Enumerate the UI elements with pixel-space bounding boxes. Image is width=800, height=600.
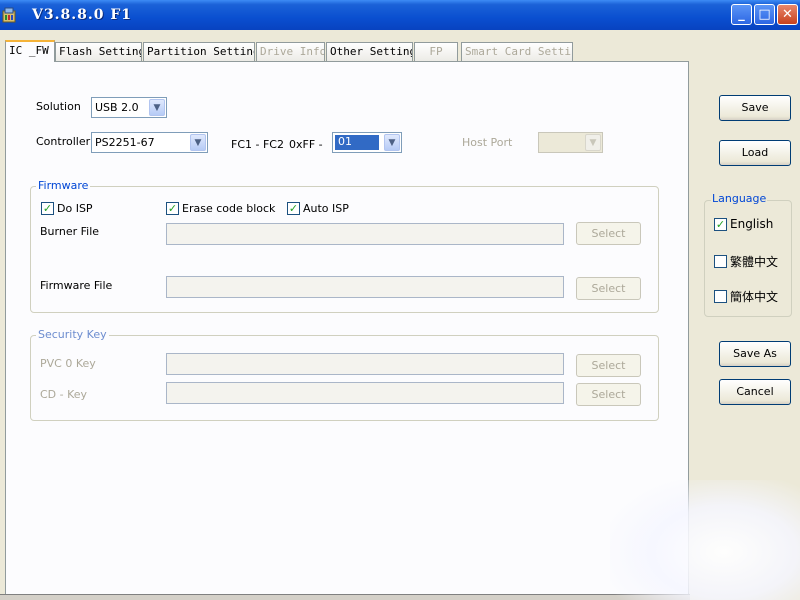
maximize-button[interactable]: □ (754, 4, 775, 25)
chevron-down-icon[interactable]: ▼ (384, 134, 400, 151)
traditional-chinese-checkbox[interactable] (714, 255, 727, 268)
app-icon (2, 7, 16, 23)
do-isp-checkbox[interactable]: ✓ (41, 202, 54, 215)
chevron-down-icon[interactable]: ▼ (585, 134, 601, 151)
erase-code-block-label: Erase code block (182, 202, 276, 215)
tab-fp[interactable]: FP (414, 42, 458, 61)
firmware-group-title: Firmware (36, 179, 91, 192)
firmware-file-label: Firmware File (40, 279, 113, 292)
english-checkbox[interactable]: ✓ (714, 218, 727, 231)
fc-value: 01 (335, 135, 379, 150)
tab-partition-setting[interactable]: Partition Setting (143, 42, 255, 61)
controller-label: Controller (36, 135, 91, 148)
simplified-chinese-label: 簡体中文 (730, 290, 779, 304)
auto-isp-checkbox[interactable]: ✓ (287, 202, 300, 215)
solution-value: USB 2.0 (95, 101, 139, 114)
pvc0-key-label: PVC 0 Key (40, 357, 96, 370)
cd-key-select-button[interactable]: Select (576, 383, 641, 406)
pvc0-key-input[interactable] (166, 353, 564, 375)
fc-select[interactable]: 01 ▼ (332, 132, 402, 153)
pvc0-select-button[interactable]: Select (576, 354, 641, 377)
simplified-chinese-checkbox[interactable] (714, 290, 727, 303)
cancel-button[interactable]: Cancel (719, 379, 791, 405)
window-bottom-edge (0, 594, 690, 600)
firmware-file-input[interactable] (166, 276, 564, 298)
fc-prefix: 0xFF - (289, 138, 323, 151)
tab-drive-info[interactable]: Drive Info (256, 42, 325, 61)
load-button[interactable]: Load (719, 140, 791, 166)
save-as-button[interactable]: Save As (719, 341, 791, 367)
burner-select-button[interactable]: Select (576, 222, 641, 245)
close-icon: ✕ (782, 7, 793, 22)
window-title: V3.8.8.0 F1 (32, 7, 133, 23)
close-button[interactable]: ✕ (777, 4, 798, 25)
burner-file-label: Burner File (40, 225, 100, 238)
host-port-select[interactable]: ▼ (538, 132, 603, 153)
tab-ic-fw[interactable]: IC _FW (5, 40, 55, 62)
cd-key-label: CD - Key (40, 388, 88, 401)
traditional-chinese-label: 繁體中文 (730, 255, 779, 269)
auto-isp-label: Auto ISP (303, 202, 349, 215)
ic-fw-panel: Solution USB 2.0 ▼ Controller PS2251-67 … (5, 61, 689, 600)
title-bar[interactable]: V3.8.8.0 F1 _ □ ✕ (0, 0, 800, 30)
burner-file-input[interactable] (166, 223, 564, 245)
chevron-down-icon[interactable]: ▼ (190, 134, 206, 151)
language-group-title: Language (711, 192, 768, 205)
tab-other-setting[interactable]: Other Setting (326, 42, 413, 61)
save-button[interactable]: Save (719, 95, 791, 121)
cd-key-input[interactable] (166, 382, 564, 404)
solution-label: Solution (36, 100, 81, 113)
controller-value: PS2251-67 (95, 136, 155, 149)
tab-flash-setting[interactable]: Flash Setting (55, 42, 142, 61)
erase-code-block-checkbox[interactable]: ✓ (166, 202, 179, 215)
host-port-label: Host Port (462, 136, 513, 149)
fc-label: FC1 - FC2 (231, 138, 284, 151)
minimize-icon: _ (738, 7, 745, 22)
solution-select[interactable]: USB 2.0 ▼ (91, 97, 167, 118)
chevron-down-icon[interactable]: ▼ (149, 99, 165, 116)
language-group: Language ✓ English 繁體中文 簡体中文 (704, 192, 792, 317)
do-isp-label: Do ISP (57, 202, 93, 215)
tab-smart-card-setting[interactable]: Smart Card Setting (461, 42, 573, 61)
firmware-group: Firmware ✓ Do ISP ✓ Erase code block ✓ A… (30, 179, 659, 313)
firmware-select-button[interactable]: Select (576, 277, 641, 300)
security-key-group-title: Security Key (36, 328, 109, 341)
english-label: English (730, 217, 774, 231)
minimize-button[interactable]: _ (731, 4, 752, 25)
maximize-icon: □ (758, 7, 771, 22)
security-key-group: Security Key PVC 0 Key Select CD - Key S… (30, 328, 659, 421)
controller-select[interactable]: PS2251-67 ▼ (91, 132, 208, 153)
